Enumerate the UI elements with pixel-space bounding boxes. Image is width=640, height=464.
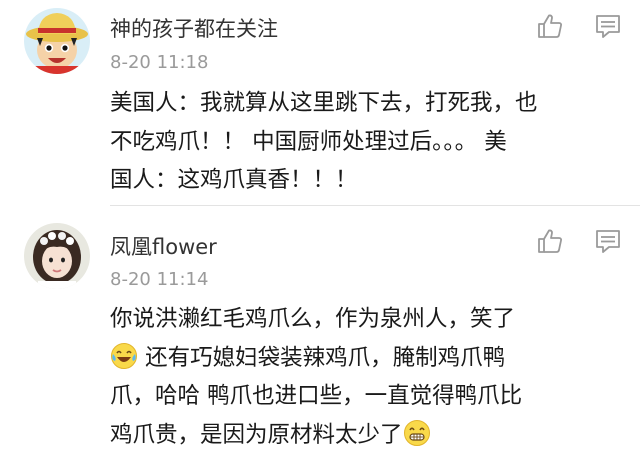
thumbs-up-icon[interactable] [536,227,564,255]
comment-text: 美国人：我就算从这里跳下去，打死我，也 不吃鸡爪！！ 中国厨师处理过后。。。 美… [110,84,620,200]
comment-actions [536,12,622,40]
luffy-avatar-image [24,8,90,74]
timestamp: 8-20 11:14 [110,269,209,290]
timestamp: 8-20 11:18 [110,52,209,73]
comment-line: 你说洪濑红毛鸡爪么，作为泉州人，笑了 [110,306,516,332]
comment-line-text: 鸡爪贵，是因为原材料太少了 [110,421,403,448]
avatar[interactable] [24,223,90,289]
comment-item: 凤凰flower 8-20 11:14 你说洪濑红毛鸡爪么，作为泉州人，笑了 还… [0,205,640,464]
comment-line: 不吃鸡爪！！ 中国厨师处理过后。。。 美 [110,128,507,155]
comment-bubble-icon[interactable] [594,12,622,40]
comment-line: 还有巧媳妇袋装辣鸡爪，腌制鸡爪鸭 [110,339,620,378]
grinning-emoji-icon [403,419,430,446]
comment-line: 鸡爪贵，是因为原材料太少了 [110,416,620,455]
comment-text: 你说洪濑红毛鸡爪么，作为泉州人，笑了 还有巧媳妇袋装辣鸡爪，腌制鸡爪鸭 爪，哈哈… [110,300,620,454]
comment-line-text: 还有巧媳妇袋装辣鸡爪，腌制鸡爪鸭 [145,344,506,371]
username[interactable]: 神的孩子都在关注 [110,13,278,43]
username[interactable]: 凤凰flower [110,231,217,261]
girl-avatar-image [24,223,90,289]
thumbs-up-icon[interactable] [536,12,564,40]
comment-line: 爪，哈哈 鸭爪也进口些，一直觉得鸭爪比 [110,383,523,409]
comment-line: 美国人：我就算从这里跳下去，打死我，也 [110,90,538,116]
comment-item: 神的孩子都在关注 8-20 11:18 美国人：我就算从这里跳下去，打死我，也 … [0,0,640,205]
laughing-tears-emoji-icon [111,342,137,369]
avatar[interactable] [24,8,90,74]
comment-bubble-icon[interactable] [594,227,622,255]
comment-line: 国人：这鸡爪真香！！！ [110,167,358,193]
comment-actions [536,227,622,255]
